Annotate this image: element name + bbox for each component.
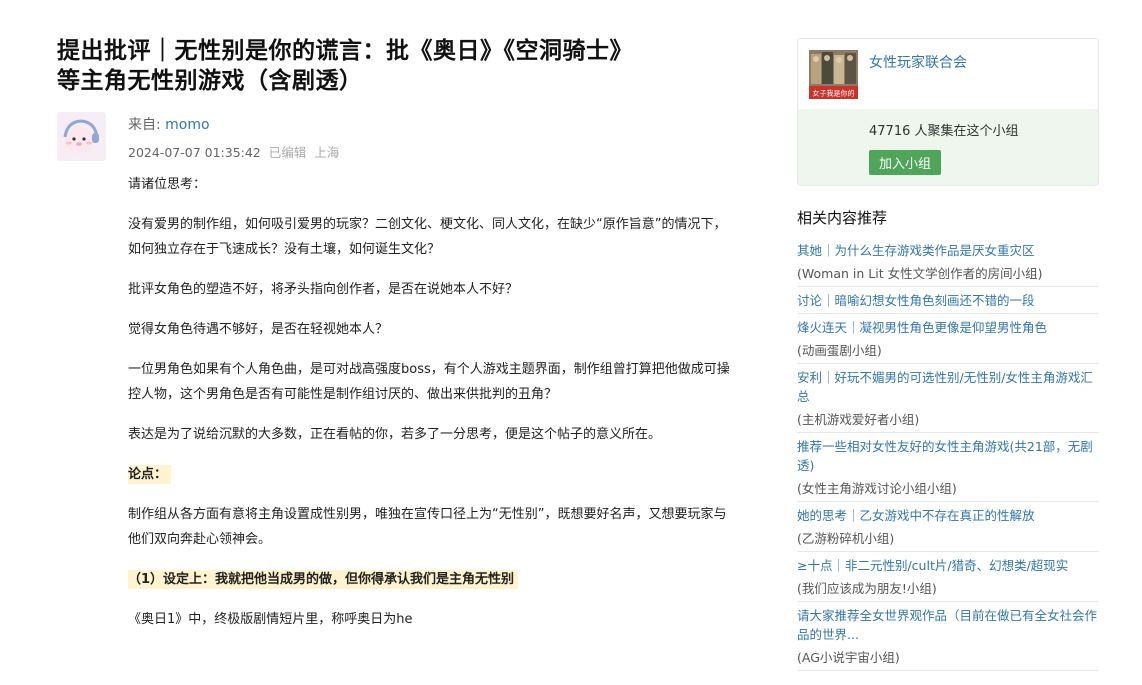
recommend-list: 其她｜为什么生存游戏类作品是厌女重灾区 (Woman in Lit 女性文学创作… xyxy=(797,237,1099,671)
recommend-link[interactable]: 推荐一些相对女性友好的女性主角游戏(共21部，无剧透) xyxy=(797,437,1099,475)
recommend-title: 相关内容推荐 xyxy=(797,209,888,227)
group-card: 女子我是你的 女性玩家联合会 47716 人聚集在这个小组 加入小组 xyxy=(797,38,1099,186)
paragraph: 一位男角色如果有个人角色曲，是可对战高强度boss，有个人游戏主题界面，制作组曾… xyxy=(128,362,730,402)
recommend-link[interactable]: 讨论｜暗喻幻想女性角色刻画还不错的一段 xyxy=(797,291,1099,310)
list-item: 讨论｜暗喻幻想女性角色刻画还不错的一段 xyxy=(797,287,1099,314)
group-logo[interactable]: 女子我是你的 xyxy=(809,50,858,99)
list-item: 其她｜为什么生存游戏类作品是厌女重灾区 (Woman in Lit 女性文学创作… xyxy=(797,237,1099,287)
argument-text: 制作组从各方面有意将主角设置成性别男，唯独在宣传口径上为“无性别”，既想要好名声… xyxy=(128,507,727,547)
group-name-link[interactable]: 女性玩家联合会 xyxy=(869,52,967,72)
recommend-link[interactable]: ≥十点｜非二元性别/cult片/猎奇、幻想类/超现实 xyxy=(797,556,1099,575)
argument-heading-row: 论点： xyxy=(128,462,738,487)
paragraph: 表达是为了说给沉默的大多数，正在看帖的你，若多了一分思考，便是这个帖子的意义所在… xyxy=(128,427,662,442)
group-logo-caption: 女子我是你的 xyxy=(813,89,855,98)
paragraph: 请诸位思考： xyxy=(128,177,207,192)
recommend-link[interactable]: 她的思考｜乙女游戏中不存在真正的性解放 xyxy=(797,506,1099,525)
point1-heading-row: （1）设定上：我就把他当成男的做，但你得承认我们是主角无性别 xyxy=(128,567,738,592)
post-title-line1: 提出批评｜无性别是你的谎言：批《奥日》《空洞骑士》 xyxy=(57,38,633,64)
from-label: 来自: xyxy=(128,117,166,133)
recommend-group: (AG小说宇宙小组) xyxy=(797,650,900,665)
post-from: 来自: momo xyxy=(128,114,210,134)
recommend-group: (主机游戏爱好者小组) xyxy=(797,412,920,427)
recommend-link[interactable]: 烽火连天｜凝视男性角色更像是仰望男性角色 xyxy=(797,318,1099,337)
recommend-group: (Woman in Lit 女性文学创作者的房间小组) xyxy=(797,266,1043,281)
post-meta: 2024-07-07 01:35:42 已编辑 上海 xyxy=(128,142,339,161)
recommend-group: (女性主角游戏讨论小组小组) xyxy=(797,481,957,496)
join-group-button[interactable]: 加入小组 xyxy=(869,150,942,175)
avatar[interactable] xyxy=(57,112,106,161)
edited-label: 已编辑 xyxy=(268,145,307,160)
list-item: ≥十点｜非二元性别/cult片/猎奇、幻想类/超现实 (我们应该成为朋友!小组) xyxy=(797,552,1099,602)
recommend-link[interactable]: 安利｜好玩不媚男的可选性别/无性别/女性主角游戏汇总 xyxy=(797,368,1099,406)
post-title-line2: 等主角无性别游戏（含剧透） xyxy=(57,68,363,94)
argument-heading: 论点： xyxy=(128,465,172,484)
paragraph: 批评女角色的塑造不好，将矛头指向创作者，是否在说她本人不好？ xyxy=(128,282,519,297)
post-location: 上海 xyxy=(314,145,340,160)
member-count: 47716 人聚集在这个小组 xyxy=(869,124,1019,139)
group-card-bottom: 47716 人聚集在这个小组 加入小组 xyxy=(798,109,1098,185)
point1-heading: （1）设定上：我就把他当成男的做，但你得承认我们是主角无性别 xyxy=(128,570,519,589)
recommend-link[interactable]: 其她｜为什么生存游戏类作品是厌女重灾区 xyxy=(797,241,1099,260)
post-datetime: 2024-07-07 01:35:42 xyxy=(128,145,261,160)
list-item: 她的思考｜乙女游戏中不存在真正的性解放 (乙游粉碎机小组) xyxy=(797,502,1099,552)
paragraph-last: 《奥日1》中，终极版剧情短片里，称呼奥日为he xyxy=(128,612,413,627)
post-content: 请诸位思考： 没有爱男的制作组，如何吸引爱男的玩家？二创文化、梗文化、同人文化，… xyxy=(128,172,738,632)
recommend-group: (乙游粉碎机小组) xyxy=(797,531,895,546)
author-row: 来自: momo 2024-07-07 01:35:42 已编辑 上海 xyxy=(57,112,737,164)
post-title: 提出批评｜无性别是你的谎言：批《奥日》《空洞骑士》 等主角无性别游戏（含剧透） xyxy=(57,36,737,96)
list-item: 烽火连天｜凝视男性角色更像是仰望男性角色 (动画蛋剧小组) xyxy=(797,314,1099,364)
paragraph: 觉得女角色待遇不够好，是否在轻视她本人？ xyxy=(128,322,389,337)
list-item: 请大家推荐全女世界观作品（目前在做已有全女社会作品的世界... (AG小说宇宙小… xyxy=(797,602,1099,671)
recommend-group: (动画蛋剧小组) xyxy=(797,343,882,358)
sidebar: 女子我是你的 女性玩家联合会 47716 人聚集在这个小组 加入小组 相关内容推… xyxy=(797,38,1099,671)
group-card-top: 女子我是你的 女性玩家联合会 xyxy=(798,39,1098,109)
recommend-link[interactable]: 请大家推荐全女世界观作品（目前在做已有全女社会作品的世界... xyxy=(797,606,1099,644)
paragraph: 没有爱男的制作组，如何吸引爱男的玩家？二创文化、梗文化、同人文化，在缺少“原作旨… xyxy=(128,217,727,257)
recommend-group: (我们应该成为朋友!小组) xyxy=(797,581,937,596)
post-main: 提出批评｜无性别是你的谎言：批《奥日》《空洞骑士》 等主角无性别游戏（含剧透） … xyxy=(57,36,737,647)
list-item: 推荐一些相对女性友好的女性主角游戏(共21部，无剧透) (女性主角游戏讨论小组小… xyxy=(797,433,1099,502)
author-link[interactable]: momo xyxy=(165,117,209,133)
list-item: 安利｜好玩不媚男的可选性别/无性别/女性主角游戏汇总 (主机游戏爱好者小组) xyxy=(797,364,1099,433)
